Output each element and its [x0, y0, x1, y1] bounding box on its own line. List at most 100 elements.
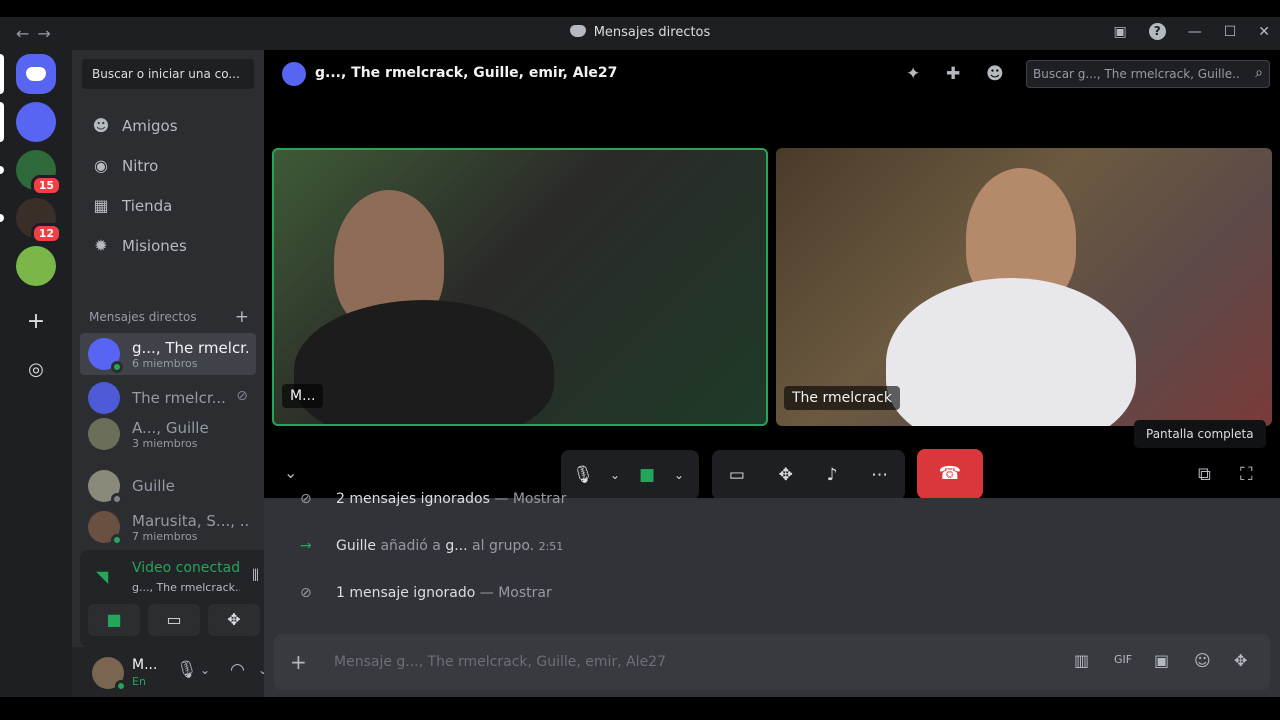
activities-icon[interactable]: ✥: [779, 465, 793, 485]
help-icon[interactable]: ?: [1148, 23, 1166, 40]
explore-compass-icon[interactable]: ◎: [16, 350, 56, 390]
server-icon-1[interactable]: 15: [16, 150, 62, 196]
muted-icon: ⊘: [236, 388, 248, 404]
camera-button[interactable]: ■: [88, 604, 140, 636]
voice-channel[interactable]: g..., The rmelcrack...: [132, 581, 240, 594]
audio-video-controls: 🎙 ⌄ ■ ⌄: [561, 450, 699, 500]
minimize-button[interactable]: —: [1188, 24, 1202, 40]
apps-icon[interactable]: ✥: [1234, 651, 1247, 670]
nitro-icon: ◉: [94, 156, 108, 175]
soundboard-icon[interactable]: ♪: [827, 465, 838, 485]
members-icon[interactable]: ☻: [986, 64, 1004, 84]
microphone-icon[interactable]: 🎙: [561, 465, 605, 485]
message-input[interactable]: [334, 652, 1034, 672]
more-icon[interactable]: ⋯: [871, 465, 888, 485]
group-avatar: [282, 62, 306, 86]
add-friends-icon[interactable]: ✚: [946, 64, 960, 84]
call-title: g..., The rmelcrack, Guille, emir, Ale27: [315, 65, 618, 81]
message-composer: + ▥ GIF ▣ ☺ ✥: [274, 634, 1270, 690]
show-link[interactable]: Mostrar: [513, 491, 567, 507]
nav-friends[interactable]: ☻ Amigos: [80, 106, 256, 146]
screen-share-icon[interactable]: ▭: [729, 465, 745, 485]
avatar: [88, 382, 120, 414]
headphones-icon[interactable]: ◠: [230, 660, 245, 680]
timestamp: 2:51: [538, 540, 564, 553]
chevron-down-icon[interactable]: ⌄: [284, 463, 297, 482]
avatar: [88, 470, 123, 505]
popout-icon[interactable]: ⧉: [1198, 464, 1211, 485]
add-attachment-icon[interactable]: +: [290, 650, 307, 674]
close-button[interactable]: ✕: [1258, 24, 1270, 40]
arrow-right-icon: →: [300, 538, 312, 554]
status-dot: [111, 361, 123, 373]
screen-share-button[interactable]: ▭: [148, 604, 200, 636]
video-tile[interactable]: The rmelcrack: [776, 148, 1272, 426]
server-icon-3[interactable]: [16, 246, 56, 286]
mention-badge: 12: [30, 223, 62, 244]
system-message: ⊘ 2 mensajes ignorados — Mostrar: [300, 491, 567, 507]
status-dot: [115, 680, 127, 692]
mention-badge: 15: [30, 175, 62, 196]
dm-item[interactable]: Guille: [80, 465, 256, 507]
activities-button[interactable]: ✥: [208, 604, 260, 636]
sticker-icon[interactable]: ▣: [1154, 651, 1169, 670]
header-search[interactable]: ⌕: [1026, 60, 1270, 88]
find-conversation-button[interactable]: Buscar o iniciar una co...: [82, 59, 254, 89]
nav-nitro[interactable]: ◉ Nitro: [80, 146, 256, 186]
fullscreen-icon[interactable]: ⛶: [1240, 464, 1253, 485]
window-title: Mensajes directos: [0, 25, 1280, 40]
video-tile[interactable]: M...: [272, 148, 768, 426]
search-input[interactable]: [1033, 65, 1239, 83]
inbox-icon[interactable]: ▣: [1113, 24, 1126, 40]
create-dm-icon[interactable]: +: [235, 307, 249, 327]
gif-icon[interactable]: GIF: [1114, 653, 1132, 666]
noise-suppression-icon[interactable]: ⦀: [252, 566, 259, 586]
dm-item-group-active[interactable]: g..., The rmelcr... 6 miembros: [80, 333, 256, 375]
selected-indicator: [0, 54, 4, 94]
server-icon-2[interactable]: 12: [16, 198, 62, 244]
dm-header: Mensajes directos +: [89, 307, 249, 327]
discord-icon: [569, 25, 586, 37]
add-server-icon[interactable]: +: [16, 302, 56, 342]
system-message: ⊘ 1 mensaje ignorado — Mostrar: [300, 585, 552, 601]
signal-icon[interactable]: ◥: [96, 567, 108, 586]
nav-shop[interactable]: ▦ Tienda: [80, 186, 256, 226]
end-call-button[interactable]: ☎: [917, 449, 983, 499]
participant-name: The rmelcrack: [784, 386, 900, 410]
maximize-button[interactable]: ☐: [1224, 24, 1237, 40]
friends-icon: ☻: [92, 116, 110, 135]
user-avatar[interactable]: [92, 657, 127, 692]
nav-quests[interactable]: ✹ Misiones: [80, 226, 256, 266]
chevron-down-icon[interactable]: ⌄: [200, 663, 210, 677]
dm-item[interactable]: A..., Guille 3 miembros: [80, 413, 256, 455]
camera-icon[interactable]: ■: [625, 465, 669, 485]
avatar: [88, 418, 120, 450]
discord-app: ← → Mensajes directos ▣ ? — ☐ ✕ 15 12 + ◎: [0, 17, 1280, 697]
main-panel: g..., The rmelcrack, Guille, emir, Ale27…: [264, 50, 1280, 697]
show-link[interactable]: Mostrar: [498, 585, 552, 601]
pin-icon[interactable]: ✦: [906, 64, 920, 84]
user-name[interactable]: M...: [132, 657, 162, 673]
avatar: [88, 511, 123, 546]
call-actions: ▭ ✥ ♪ ⋯: [712, 450, 905, 500]
blocked-icon: ⊘: [300, 491, 312, 507]
window-controls: ▣ ? — ☐ ✕: [1113, 23, 1270, 40]
server-voice-group[interactable]: [16, 102, 56, 142]
home-button[interactable]: [16, 54, 56, 94]
chevron-down-icon[interactable]: ⌄: [669, 468, 689, 482]
chevron-down-icon[interactable]: ⌄: [605, 468, 625, 482]
search-icon: ⌕: [1255, 65, 1263, 81]
dm-sidebar: Buscar o iniciar una co... ☻ Amigos ◉ Nitr…: [72, 50, 336, 697]
participant-body: [886, 278, 1136, 426]
chat-area: ⊘ 2 mensajes ignorados — Mostrar → Guille …: [264, 491, 1280, 697]
system-message: → Guille añadió a g... al grupo. 2:51: [300, 538, 564, 554]
microphone-icon[interactable]: 🎙: [176, 660, 198, 680]
blocked-icon: ⊘: [300, 585, 312, 601]
voice-status[interactable]: Video conectado: [132, 560, 240, 576]
emoji-icon[interactable]: ☺: [1194, 651, 1211, 670]
fullscreen-tooltip: Pantalla completa: [1134, 420, 1266, 448]
participant-name: M...: [282, 384, 324, 408]
server-rail: 15 12 + ◎: [0, 50, 72, 697]
gift-icon[interactable]: ▥: [1074, 651, 1089, 670]
dm-item[interactable]: Marusita, S..., ... 7 miembros: [80, 506, 256, 548]
